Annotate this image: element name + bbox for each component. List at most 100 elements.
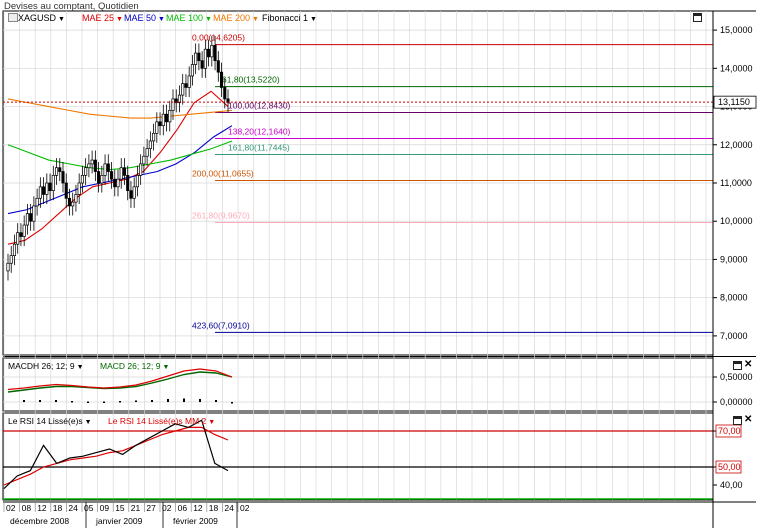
month-label: janvier 2009: [95, 516, 143, 526]
macd-histogram-bar: [87, 401, 89, 403]
indicator-mae-25[interactable]: MAE 25 ▼: [82, 13, 123, 23]
macd-histogram-bar: [215, 400, 217, 402]
candle-body: [200, 60, 204, 69]
indicator-fibonacci-1[interactable]: Fibonacci 1 ▼: [262, 13, 317, 23]
candle-body: [35, 197, 39, 207]
close-icon[interactable]: ✕: [744, 360, 752, 370]
month-label: février 2009: [173, 516, 218, 526]
candle-body: [103, 163, 107, 176]
candle-body: [145, 148, 149, 157]
chart-background: [3, 11, 756, 527]
candle-body: [190, 64, 194, 77]
macd-histogram-bar: [183, 398, 185, 402]
candle-body: [77, 182, 81, 195]
candle-body: [207, 48, 211, 58]
candle-body: [90, 159, 94, 165]
date-tick-label: 05: [84, 503, 94, 513]
current-price-label: 13,1150: [718, 97, 750, 107]
macd-tick-label: 0,50000: [720, 372, 753, 382]
maximize-icon[interactable]: [733, 416, 742, 425]
macd-hdr-label-0[interactable]: MACDH 26; 12; 9 ▼: [8, 361, 84, 371]
candle-body: [219, 71, 224, 88]
candle-body: [171, 98, 175, 111]
candle-body: [126, 175, 130, 191]
candle-body: [119, 167, 123, 180]
candle-body: [38, 186, 42, 199]
candle-body: [25, 213, 29, 226]
dropdown-icon: ▼: [76, 364, 84, 371]
date-tick-label: 02: [6, 503, 16, 513]
date-tick-label: 15: [115, 503, 125, 513]
date-tick-label: 18: [209, 503, 219, 513]
dropdown-icon: ▼: [116, 16, 123, 23]
candle-body: [210, 45, 214, 58]
rsi-tick-label: 70,00: [718, 426, 741, 436]
rsi-tick-label: 50,00: [718, 462, 741, 472]
candle-body: [129, 190, 133, 199]
date-tick-label: 24: [224, 503, 234, 513]
rsi-hdr-label-0[interactable]: Le RSI 14 Lissé(e)s ▼: [8, 416, 92, 426]
date-tick-label: 06: [178, 503, 188, 513]
candle-body: [48, 182, 52, 191]
macd-histogram-bar: [23, 400, 25, 402]
macd-tick-label: 0,00000: [720, 397, 753, 407]
candle-body: [164, 113, 169, 123]
macd-histogram-bar: [55, 400, 57, 402]
close-icon[interactable]: ✕: [744, 415, 752, 425]
price-tick-label: 9,0000: [720, 254, 748, 264]
candle-body: [6, 262, 10, 272]
macd-histogram-bar: [119, 401, 121, 403]
macd-histogram-bar: [103, 401, 105, 403]
dropdown-icon: ▼: [205, 16, 212, 23]
rsi-hdr-label-1[interactable]: Le RSI 14 Lissé(e)s MM 2 ▼: [108, 416, 215, 426]
macd-histogram-bar: [39, 400, 41, 402]
macd-histogram-bar: [167, 399, 169, 402]
fib-label: 0,00(14,6205): [192, 33, 245, 43]
candle-body: [109, 171, 114, 180]
maximize-icon[interactable]: [693, 13, 702, 22]
dropdown-icon: ▼: [158, 16, 165, 23]
indicator-mae-200[interactable]: MAE 200 ▼: [213, 13, 259, 23]
date-tick-label: 12: [193, 503, 203, 513]
price-tick-label: 14,0000: [720, 63, 753, 73]
candle-body: [216, 60, 220, 73]
dropdown-icon: ▼: [252, 16, 259, 23]
dropdown-icon: ▼: [310, 16, 317, 23]
date-tick-label: 09: [100, 503, 110, 513]
candle-body: [22, 224, 26, 237]
macd-histogram-bar: [151, 400, 153, 402]
candle-body: [223, 87, 227, 100]
candle-body: [74, 194, 78, 203]
symbol-icon: [8, 13, 18, 22]
date-tick-label: 24: [68, 503, 78, 513]
indicator-label: Fibonacci 1: [262, 13, 309, 23]
date-tick-label: 27: [146, 503, 156, 513]
candle-body: [181, 83, 185, 96]
candle-body: [177, 94, 182, 104]
candle-body: [122, 167, 127, 176]
candle-body: [184, 83, 188, 88]
macd-histogram-bar: [135, 400, 137, 402]
candle-body: [116, 178, 120, 188]
price-tick-label: 8,0000: [720, 293, 748, 303]
date-tick-label: 21: [131, 503, 141, 513]
candle-body: [187, 75, 191, 88]
indicator-mae-50[interactable]: MAE 50 ▼: [124, 13, 165, 23]
candle-body: [155, 121, 159, 134]
price-tick-label: 7,0000: [720, 331, 748, 341]
candle-body: [113, 178, 117, 188]
macd-hdr-label-1[interactable]: MACD 26; 12; 9 ▼: [100, 361, 169, 371]
candle-body: [203, 48, 207, 69]
symbol-selector[interactable]: XAGUSD ▼: [8, 13, 65, 23]
fib-label: 138,20(12,1640): [228, 127, 291, 137]
candle-body: [87, 163, 91, 169]
maximize-icon[interactable]: [733, 361, 742, 370]
candle-body: [139, 163, 143, 176]
indicator-mae-100[interactable]: MAE 100 ▼: [166, 13, 212, 23]
candle-body: [16, 232, 20, 245]
candle-body: [135, 175, 139, 188]
fib-label: 200,00(11,0655): [192, 168, 254, 178]
candle-body: [9, 255, 13, 264]
window-title: Devises au comptant, Quotidien: [4, 1, 139, 12]
symbol-label: XAGUSD: [18, 13, 57, 23]
